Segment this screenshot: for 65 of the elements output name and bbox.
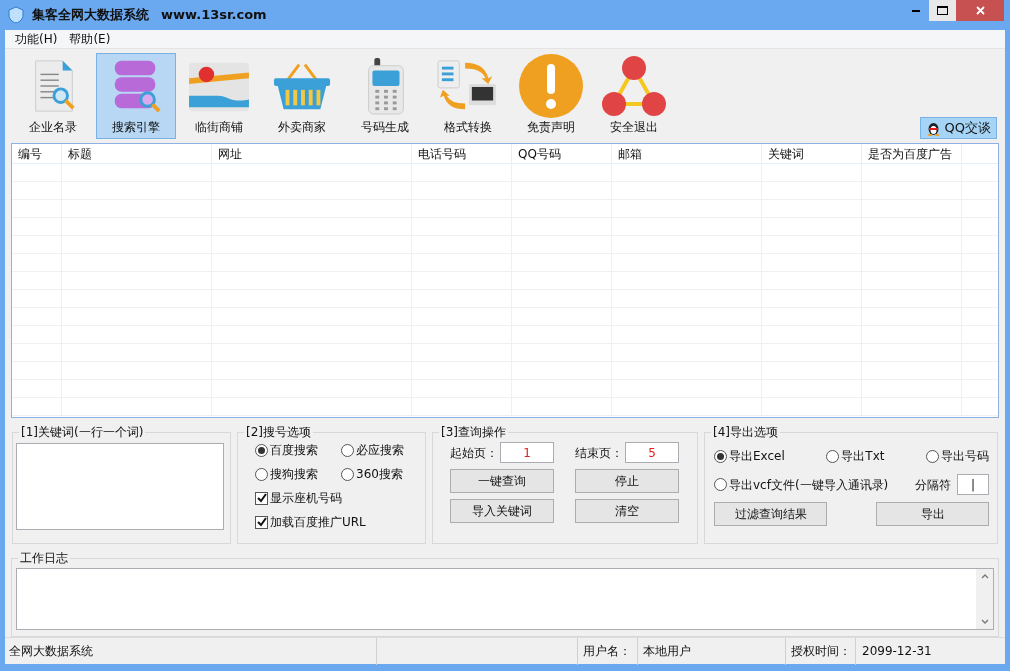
start-page-field[interactable]: 1 [500, 442, 554, 463]
window-site: www.13sr.com [161, 6, 267, 25]
column-header[interactable]: 编号 [12, 144, 62, 163]
toolbar-button[interactable]: 格式转换 [428, 53, 508, 139]
toolbar-button[interactable]: 搜索引擎 [96, 53, 176, 139]
column-header[interactable]: 邮箱 [612, 144, 762, 163]
status-user-label: 用户名： [578, 637, 638, 665]
push-button[interactable]: 导入关键词 [450, 499, 554, 523]
column-header[interactable]: 网址 [212, 144, 412, 163]
end-page-field[interactable]: 5 [625, 442, 679, 463]
group-title: [4]导出选项 [711, 424, 780, 440]
status-license: 2099-12-31 [861, 642, 932, 660]
radio-option[interactable]: 导出vcf文件(一键导入通讯录) [714, 475, 889, 494]
log-field[interactable] [16, 568, 994, 630]
toolbar-button[interactable]: 企业名录 [13, 53, 93, 139]
group-title: [1]关键词(一行一个词) [19, 424, 146, 440]
column-header[interactable]: 电话号码 [412, 144, 512, 163]
radio-option[interactable]: 360搜索 [341, 465, 421, 483]
push-button[interactable]: 过滤查询结果 [714, 502, 827, 526]
radio-option[interactable]: 导出号码 [926, 447, 989, 465]
toolbar-button[interactable]: 号码生成 [345, 53, 425, 139]
radio-option[interactable]: 导出Txt [826, 447, 885, 465]
group-title: [3]查询操作 [439, 424, 508, 440]
network-nodes-icon [601, 55, 667, 117]
menu-item[interactable]: 功能(H) [15, 30, 58, 49]
start-page-label: 起始页： [450, 444, 499, 462]
close-icon [975, 6, 985, 15]
push-button[interactable]: 一键查询 [450, 469, 554, 493]
keywords-field[interactable] [16, 443, 224, 530]
toolbar-button[interactable]: 外卖商家 [262, 53, 342, 139]
scroll-down-icon[interactable] [980, 619, 989, 625]
separator-field[interactable]: | [957, 474, 989, 495]
toolbar-button[interactable]: 安全退出 [594, 53, 674, 139]
toolbar-button[interactable]: 免责声明 [511, 53, 591, 139]
column-header[interactable]: 是否为百度广告 [862, 144, 962, 163]
column-header[interactable]: 标题 [62, 144, 212, 163]
status-app-name: 全网大数据系统 [5, 637, 377, 665]
push-button[interactable]: 导出 [876, 502, 989, 526]
push-button[interactable]: 清空 [575, 499, 679, 523]
window-title: 集客全网大数据系统 [32, 6, 149, 25]
radio-option[interactable]: 必应搜索 [341, 441, 421, 459]
maximize-button[interactable] [929, 0, 956, 21]
qq-chat-button[interactable]: QQ交谈 [919, 117, 997, 139]
toolbar-button[interactable]: 临街商铺 [179, 53, 259, 139]
checkbox-option[interactable]: 加载百度推广URL [255, 513, 425, 531]
column-header[interactable]: QQ号码 [512, 144, 612, 163]
close-button[interactable] [956, 0, 1004, 21]
scroll-up-icon[interactable] [980, 573, 989, 579]
menu-item[interactable]: 帮助(E) [69, 30, 111, 49]
column-header[interactable]: 关键词 [762, 144, 862, 163]
push-button[interactable]: 停止 [575, 469, 679, 493]
group-title: [2]搜号选项 [244, 424, 313, 440]
scrollbar[interactable] [976, 569, 993, 629]
radio-option[interactable]: 导出Excel [714, 447, 785, 465]
status-license-label: 授权时间： [786, 637, 856, 665]
radio-option[interactable]: 搜狗搜索 [255, 465, 341, 483]
group-title: 工作日志 [18, 550, 70, 566]
checkbox-option[interactable]: 显示座机号码 [255, 489, 425, 507]
warning-icon [519, 54, 583, 118]
penguin-icon [925, 120, 941, 136]
radio-option[interactable]: 百度搜索 [255, 441, 341, 459]
shield-logo-icon [8, 6, 24, 24]
separator-label: 分隔符 [915, 476, 951, 494]
end-page-label: 结束页： [575, 444, 624, 462]
status-user: 本地用户 [638, 637, 786, 665]
